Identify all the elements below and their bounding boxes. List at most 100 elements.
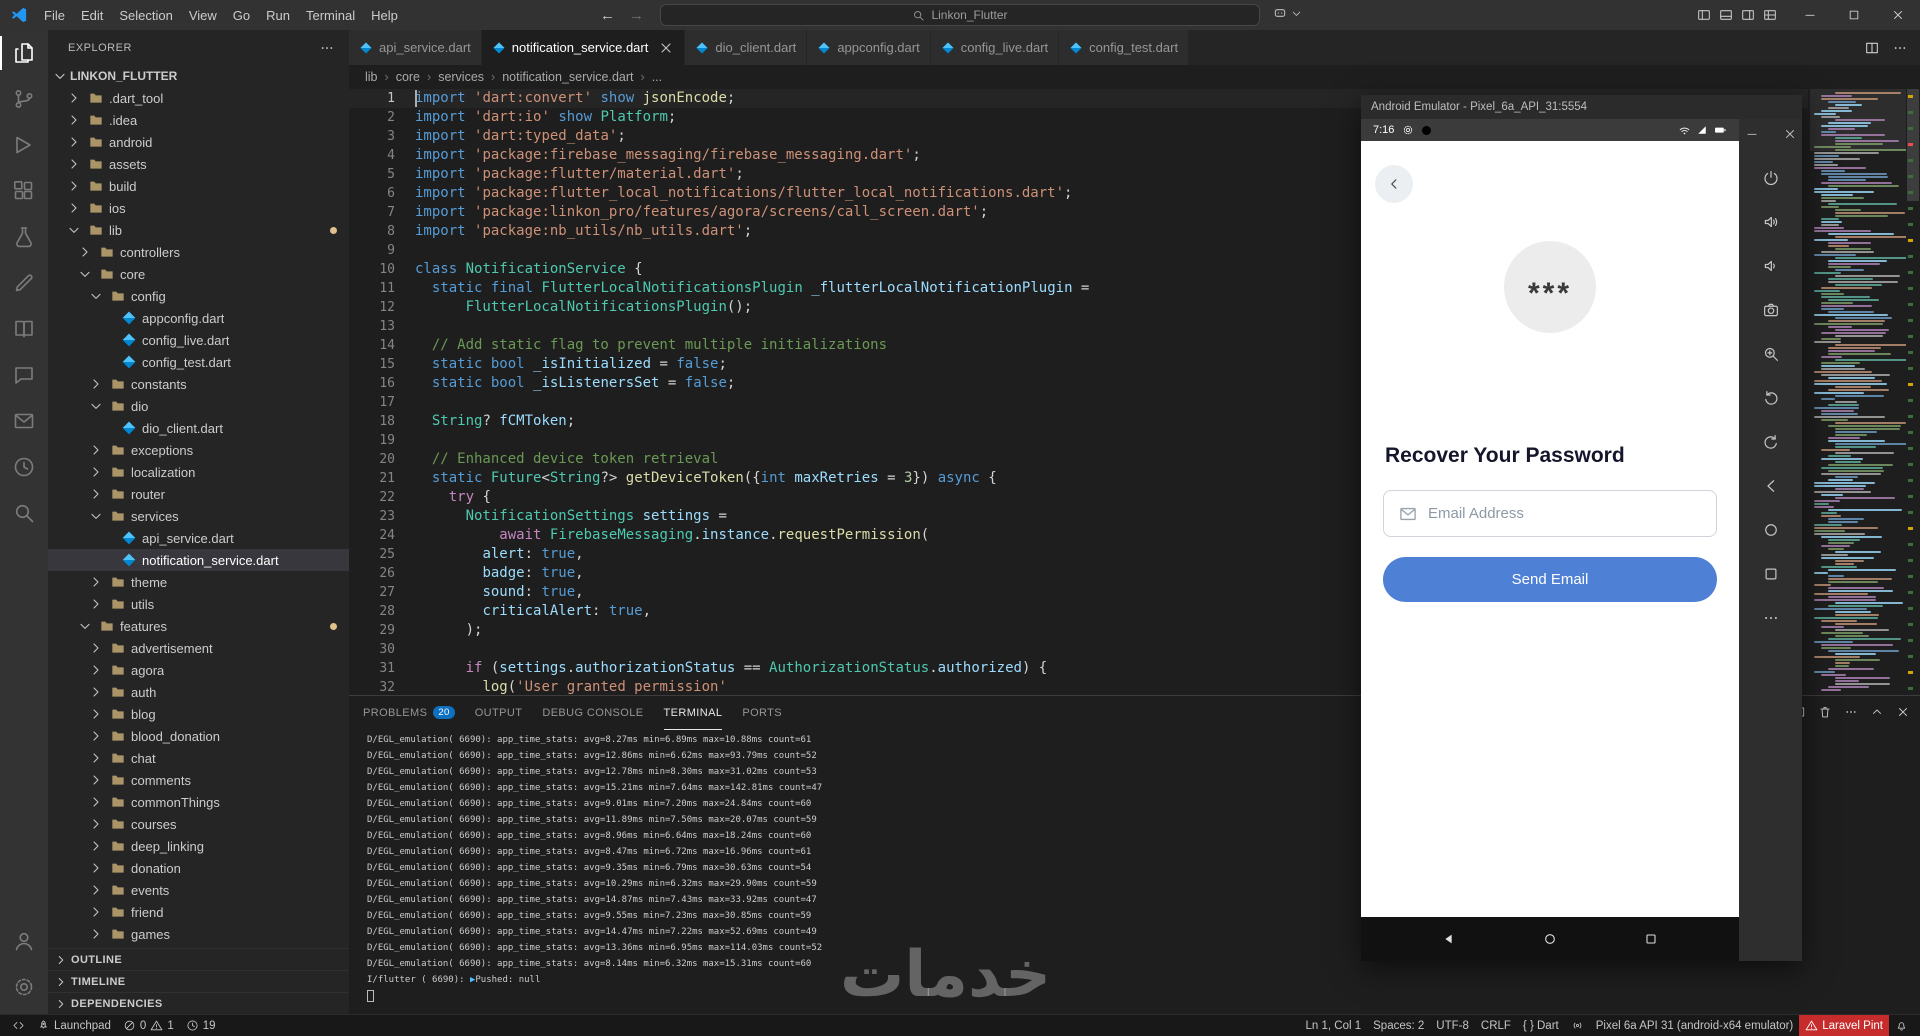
tree-item-dio_client.dart[interactable]: dio_client.dart — [48, 417, 349, 439]
tree-item-events[interactable]: events — [48, 879, 349, 901]
menu-view[interactable]: View — [181, 4, 225, 27]
tree-item-auth[interactable]: auth — [48, 681, 349, 703]
emulator-zoom-button[interactable] — [1758, 341, 1784, 367]
tree-item-agora[interactable]: agora — [48, 659, 349, 681]
panel-tab-debug-console[interactable]: DEBUG CONSOLE — [542, 696, 643, 730]
copilot-menu[interactable] — [1272, 5, 1303, 21]
emulator-volume-up-button[interactable] — [1758, 209, 1784, 235]
toggle-secondary-sidebar-icon[interactable] — [1740, 7, 1756, 23]
tree-item-exceptions[interactable]: exceptions — [48, 439, 349, 461]
app-back-button[interactable] — [1375, 165, 1413, 203]
sidebar-section-outline[interactable]: OUTLINE — [48, 948, 349, 970]
activity-search[interactable] — [0, 490, 48, 536]
tree-item-router[interactable]: router — [48, 483, 349, 505]
android-back-button[interactable] — [1436, 926, 1462, 952]
tree-item-features[interactable]: features — [48, 615, 349, 637]
status-launchpad[interactable]: Launchpad — [31, 1015, 117, 1036]
emulator-overview-button[interactable] — [1758, 561, 1784, 587]
activity-explorer[interactable] — [0, 30, 48, 76]
split-editor-icon[interactable] — [1864, 40, 1880, 56]
tab-notification_service.dart[interactable]: notification_service.dart — [481, 30, 686, 65]
emulator-close-button[interactable] — [1777, 121, 1803, 147]
command-center-search[interactable]: Linkon_Flutter — [660, 4, 1260, 26]
sidebar-section-dependencies[interactable]: DEPENDENCIES — [48, 992, 349, 1014]
close-icon[interactable] — [658, 40, 674, 56]
menu-file[interactable]: File — [36, 4, 73, 27]
tree-item-donation[interactable]: donation — [48, 857, 349, 879]
tree-item-.dart_tool[interactable]: .dart_tool — [48, 87, 349, 109]
activity-extensions[interactable] — [0, 168, 48, 214]
tree-item-advertisement[interactable]: advertisement — [48, 637, 349, 659]
status-remote-indicator[interactable] — [6, 1015, 31, 1036]
tree-item-services[interactable]: services — [48, 505, 349, 527]
close-panel-button[interactable] — [1896, 705, 1910, 722]
sidebar-section-timeline[interactable]: TIMELINE — [48, 970, 349, 992]
breadcrumb-item[interactable]: core — [396, 70, 420, 84]
tree-item-utils[interactable]: utils — [48, 593, 349, 615]
tree-item-commonThings[interactable]: commonThings — [48, 791, 349, 813]
emulator-volume-down-button[interactable] — [1758, 253, 1784, 279]
maximize-button[interactable] — [1832, 0, 1876, 30]
editor-scrollbar[interactable] — [1906, 89, 1920, 695]
tree-item-blog[interactable]: blog — [48, 703, 349, 725]
emulator-back-button[interactable] — [1758, 473, 1784, 499]
tree-item-core[interactable]: core — [48, 263, 349, 285]
tab-config_live.dart[interactable]: config_live.dart — [930, 30, 1060, 65]
menu-terminal[interactable]: Terminal — [298, 4, 363, 27]
android-home-button[interactable] — [1537, 926, 1563, 952]
breadcrumb-item[interactable]: lib — [365, 70, 378, 84]
emulator-titlebar[interactable]: Android Emulator - Pixel_6a_API_31:5554 — [1361, 95, 1802, 119]
tree-item-theme[interactable]: theme — [48, 571, 349, 593]
activity-history[interactable] — [0, 444, 48, 490]
activity-mail[interactable] — [0, 398, 48, 444]
tree-item-blood_donation[interactable]: blood_donation — [48, 725, 349, 747]
tree-item-lib[interactable]: lib — [48, 219, 349, 241]
tree-item-chat[interactable]: chat — [48, 747, 349, 769]
tree-item-build[interactable]: build — [48, 175, 349, 197]
tree-item-friend[interactable]: friend — [48, 901, 349, 923]
status-notifications[interactable] — [1889, 1015, 1914, 1036]
tab-api_service.dart[interactable]: api_service.dart — [349, 30, 482, 65]
panel-tab-terminal[interactable]: TERMINAL — [663, 696, 723, 730]
breadcrumb-item[interactable]: notification_service.dart — [502, 70, 633, 84]
emulator-power-button[interactable] — [1758, 165, 1784, 191]
toggle-panel-icon[interactable] — [1718, 7, 1734, 23]
menu-run[interactable]: Run — [258, 4, 298, 27]
tree-item-ios[interactable]: ios — [48, 197, 349, 219]
activity-notes[interactable] — [0, 260, 48, 306]
panel-more-button[interactable] — [1844, 705, 1858, 722]
status-laravel-pint[interactable]: Laravel Pint — [1799, 1014, 1889, 1036]
status-cursor-position[interactable]: Ln 1, Col 1 — [1300, 1015, 1368, 1036]
emulator-screenshot-button[interactable] — [1758, 297, 1784, 323]
activity-source-control[interactable] — [0, 76, 48, 122]
status-flutter-device[interactable]: Pixel 6a API 31 (android-x64 emulator) — [1590, 1015, 1800, 1036]
kill-terminal-button[interactable] — [1818, 705, 1832, 722]
project-root-row[interactable]: LINKON_FLUTTER — [48, 65, 349, 87]
menu-go[interactable]: Go — [225, 4, 258, 27]
activity-run-and-debug[interactable] — [0, 122, 48, 168]
breadcrumb-item[interactable]: services — [438, 70, 484, 84]
emulator-home-button[interactable] — [1758, 517, 1784, 543]
panel-tab-output[interactable]: OUTPUT — [475, 696, 523, 730]
editor-more-icon[interactable] — [1892, 40, 1908, 56]
tab-appconfig.dart[interactable]: appconfig.dart — [807, 30, 931, 65]
status-pending-count[interactable]: 19 — [180, 1015, 222, 1036]
menu-selection[interactable]: Selection — [111, 4, 180, 27]
tab-dio_client.dart[interactable]: dio_client.dart — [685, 30, 808, 65]
tree-item-deep_linking[interactable]: deep_linking — [48, 835, 349, 857]
tree-item-config_live.dart[interactable]: config_live.dart — [48, 329, 349, 351]
activity-documentation[interactable] — [0, 306, 48, 352]
emulator-rotate-left-button[interactable] — [1758, 385, 1784, 411]
minimap[interactable] — [1810, 89, 1906, 695]
tree-item-config[interactable]: config — [48, 285, 349, 307]
go-back-button[interactable]: ← — [600, 7, 615, 24]
activity-settings[interactable] — [0, 964, 48, 1010]
activity-accounts[interactable] — [0, 918, 48, 964]
tree-item-constants[interactable]: constants — [48, 373, 349, 395]
minimize-button[interactable] — [1788, 0, 1832, 30]
breadcrumb-item[interactable]: ... — [652, 70, 662, 84]
panel-tab-problems[interactable]: PROBLEMS 20 — [363, 696, 455, 730]
menu-edit[interactable]: Edit — [73, 4, 111, 27]
status-broadcast[interactable] — [1565, 1015, 1590, 1036]
activity-testing[interactable] — [0, 214, 48, 260]
